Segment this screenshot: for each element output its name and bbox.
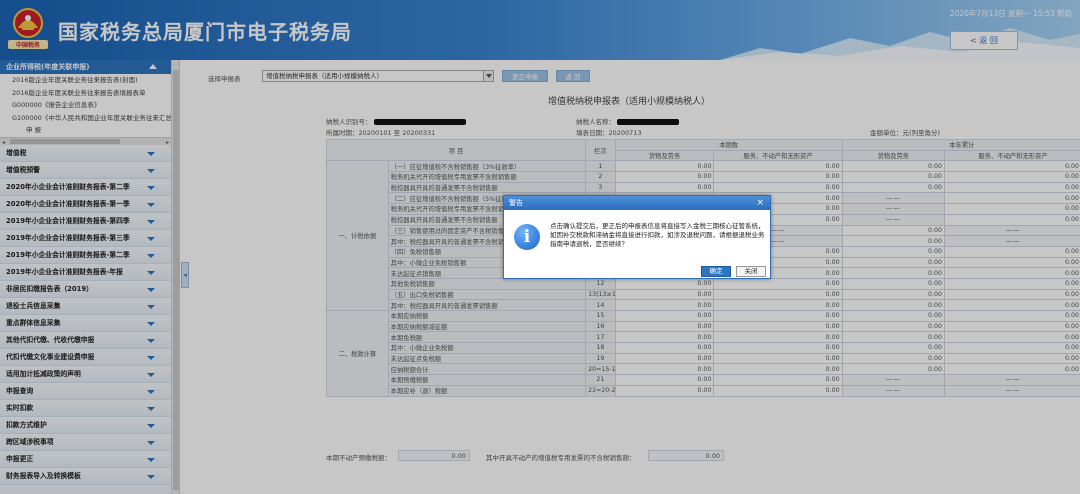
close-icon[interactable]: × [756, 196, 764, 210]
dialog-message: 点击确认提交后，更正后的申报表信息将直接写入金税三期核心征管系统，如因补交税款和… [550, 222, 765, 248]
close-button[interactable]: 关闭 [736, 266, 766, 277]
confirm-button[interactable]: 确定 [701, 266, 731, 277]
warning-dialog: 警告 × i 点击确认提交后，更正后的申报表信息将直接写入金税三期核心征管系统，… [503, 195, 771, 279]
dialog-title: 警告 [509, 199, 523, 207]
info-icon: i [514, 224, 540, 250]
dialog-header: 警告 × [504, 196, 770, 210]
